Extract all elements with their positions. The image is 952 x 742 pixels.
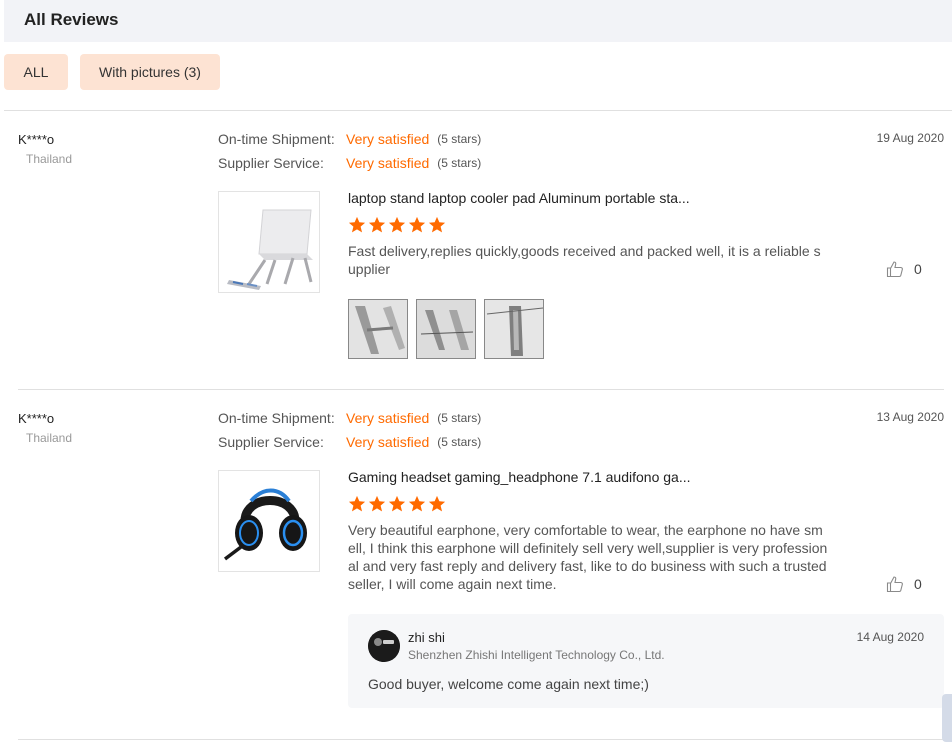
star-icon: [388, 495, 406, 512]
shipment-value: Very satisfied: [346, 410, 430, 426]
product-star-rating: [348, 495, 446, 513]
review-text: Very beautiful earphone, very comfortabl…: [348, 522, 828, 592]
review-photo[interactable]: [348, 299, 408, 359]
service-rating: Supplier Service: Very satisfied (5 star…: [218, 433, 481, 451]
reply-company: Shenzhen Zhishi Intelligent Technology C…: [408, 648, 665, 662]
review-photo-image: [485, 300, 543, 358]
star-icon: [368, 216, 386, 233]
side-panel-toggle[interactable]: [942, 694, 952, 742]
star-icon: [348, 216, 366, 233]
thumbs-up-icon: [886, 261, 903, 278]
service-rating: Supplier Service: Very satisfied (5 star…: [218, 154, 481, 172]
shipment-stars: (5 stars): [437, 132, 482, 146]
supplier-logo-icon: [368, 630, 400, 662]
review-date: 13 Aug 2020: [876, 410, 944, 424]
laptop-stand-image: [219, 192, 319, 292]
review-item: K****o Thailand On-time Shipment: Very s…: [0, 110, 952, 390]
star-icon: [428, 495, 446, 512]
service-stars: (5 stars): [437, 435, 482, 449]
star-icon: [368, 495, 386, 512]
shipment-value: Very satisfied: [346, 131, 430, 147]
filter-with-pictures-button[interactable]: With pictures (3): [80, 54, 220, 90]
supplier-reply: zhi shi Shenzhen Zhishi Intelligent Tech…: [348, 614, 944, 708]
avatar: [368, 630, 400, 662]
review-date: 19 Aug 2020: [876, 131, 944, 145]
product-thumbnail[interactable]: [218, 470, 320, 572]
service-stars: (5 stars): [437, 156, 482, 170]
headset-image: [219, 471, 319, 571]
review-photo-image: [417, 300, 475, 358]
shipment-stars: (5 stars): [437, 411, 482, 425]
reply-author-name: zhi shi: [408, 630, 445, 645]
review-photo[interactable]: [484, 299, 544, 359]
helpful-button[interactable]: 0: [886, 575, 922, 593]
divider: [18, 739, 944, 740]
service-value: Very satisfied: [346, 434, 430, 450]
service-label: Supplier Service:: [218, 155, 324, 171]
star-icon: [408, 216, 426, 233]
review-item: K****o Thailand On-time Shipment: Very s…: [0, 389, 952, 739]
buyer-country: Thailand: [26, 431, 73, 445]
review-text: Fast delivery,replies quickly,goods rece…: [348, 243, 821, 277]
product-title[interactable]: Gaming headset gaming_headphone 7.1 audi…: [348, 469, 691, 485]
star-icon: [428, 216, 446, 233]
product-title[interactable]: laptop stand laptop cooler pad Aluminum …: [348, 190, 690, 206]
buyer-name: K****o: [18, 132, 55, 147]
shipment-rating: On-time Shipment: Very satisfied (5 star…: [218, 130, 481, 148]
service-label: Supplier Service:: [218, 434, 324, 450]
page-title: All Reviews: [24, 10, 119, 29]
helpful-count: 0: [914, 576, 922, 592]
reviews-header: All Reviews: [4, 0, 952, 42]
shipment-rating: On-time Shipment: Very satisfied (5 star…: [218, 409, 481, 427]
reply-text: Good buyer, welcome come again next time…: [368, 676, 649, 692]
reply-date: 14 Aug 2020: [856, 630, 924, 644]
helpful-button[interactable]: 0: [886, 260, 922, 278]
buyer-country: Thailand: [26, 152, 73, 166]
filter-all-button[interactable]: ALL: [4, 54, 68, 90]
product-star-rating: [348, 216, 446, 234]
product-thumbnail[interactable]: [218, 191, 320, 293]
shipment-label: On-time Shipment:: [218, 410, 335, 426]
star-icon: [408, 495, 426, 512]
helpful-count: 0: [914, 261, 922, 277]
review-photo-image: [349, 300, 407, 358]
review-photo[interactable]: [416, 299, 476, 359]
star-icon: [348, 495, 366, 512]
thumbs-up-icon: [886, 576, 903, 593]
service-value: Very satisfied: [346, 155, 430, 171]
shipment-label: On-time Shipment:: [218, 131, 335, 147]
buyer-name: K****o: [18, 411, 55, 426]
star-icon: [388, 216, 406, 233]
